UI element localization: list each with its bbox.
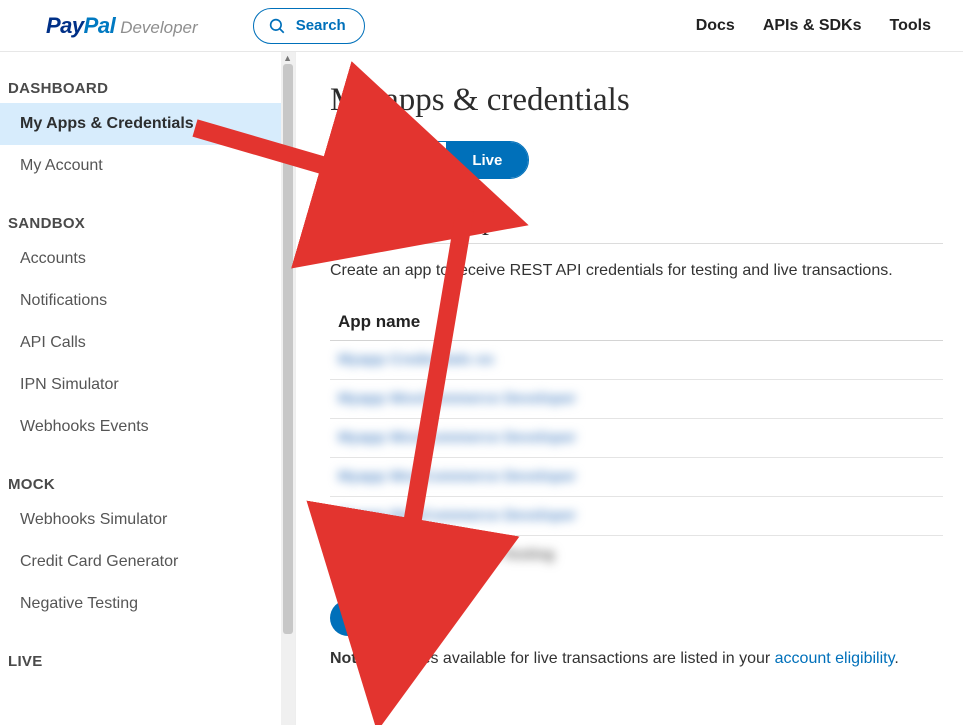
main-content: My apps & credentials Sandbox Live REST … xyxy=(296,52,963,725)
search-button[interactable]: Search xyxy=(253,8,365,44)
sidebar-item-notifications[interactable]: Notifications xyxy=(0,280,295,322)
create-app-button[interactable]: Create App xyxy=(330,600,444,636)
section-title: REST API apps xyxy=(330,205,943,237)
sidebar-section-sandbox: SANDBOX xyxy=(0,187,295,238)
header: PayPal Developer Search Docs APIs & SDKs… xyxy=(0,0,963,52)
search-label: Search xyxy=(296,17,346,34)
logo-pal: Pal xyxy=(84,13,116,39)
account-eligibility-link[interactable]: account eligibility xyxy=(775,650,895,667)
header-nav: Docs APIs & SDKs Tools xyxy=(696,17,947,35)
app-name-blurred: Myapp WooCommerce Developer xyxy=(338,507,576,524)
table-row[interactable]: Smart Payment Online Testing xyxy=(330,536,943,574)
sidebar-item-credit-card-generator[interactable]: Credit Card Generator xyxy=(0,541,295,583)
sidebar-section-mock: MOCK xyxy=(0,448,295,499)
nav-tools[interactable]: Tools xyxy=(890,17,931,35)
section-description: Create an app to receive REST API creden… xyxy=(330,262,943,280)
sidebar-item-negative-testing[interactable]: Negative Testing xyxy=(0,583,295,625)
table-row[interactable]: Myapp WooCommerce Developer xyxy=(330,419,943,458)
sidebar-item-webhooks-events[interactable]: Webhooks Events xyxy=(0,406,295,448)
toggle-live[interactable]: Live xyxy=(446,142,528,178)
logo-developer: Developer xyxy=(120,18,198,38)
app-name-blurred: Myapp Credentials oo xyxy=(338,351,494,368)
sidebar-item-my-account[interactable]: My Account xyxy=(0,145,295,187)
app-name-blurred: Myapp WooCommerce Developer xyxy=(338,429,576,446)
search-icon xyxy=(268,17,286,35)
note-bold: Note: xyxy=(330,650,371,667)
page-title: My apps & credentials xyxy=(330,82,943,119)
table-row[interactable]: Myapp WooCommerce Developer xyxy=(330,380,943,419)
table-header-app-name: App name xyxy=(330,304,943,341)
app-name-blurred: Myapp WooCommerce Developer xyxy=(338,390,576,407)
sidebar-section-live: LIVE xyxy=(0,625,295,676)
logo-pay: Pay xyxy=(46,13,84,39)
nav-apis[interactable]: APIs & SDKs xyxy=(763,17,862,35)
toggle-sandbox[interactable]: Sandbox xyxy=(331,142,446,178)
sidebar-item-my-apps[interactable]: My Apps & Credentials xyxy=(0,103,295,145)
table-row[interactable]: Myapp Credentials oo xyxy=(330,341,943,380)
app-name-blurred: Myapp WooCommerce Developer xyxy=(338,468,576,485)
sidebar-section-dashboard: DASHBOARD xyxy=(0,52,295,103)
env-toggle: Sandbox Live xyxy=(330,141,529,179)
table-row[interactable]: Myapp WooCommerce Developer xyxy=(330,458,943,497)
scrollbar[interactable]: ▲ xyxy=(281,52,295,725)
note-text: Features available for live transactions… xyxy=(371,650,775,667)
note-period: . xyxy=(894,650,898,667)
sidebar-item-api-calls[interactable]: API Calls xyxy=(0,322,295,364)
divider xyxy=(330,243,943,244)
nav-docs[interactable]: Docs xyxy=(696,17,735,35)
sidebar-item-ipn-simulator[interactable]: IPN Simulator xyxy=(0,364,295,406)
scrollbar-thumb[interactable] xyxy=(283,64,293,634)
note: Note: Features available for live transa… xyxy=(330,650,943,668)
sidebar-item-accounts[interactable]: Accounts xyxy=(0,238,295,280)
logo[interactable]: PayPal Developer xyxy=(46,13,198,39)
scrollbar-up-icon: ▲ xyxy=(283,53,292,63)
app-name-blurred: Smart Payment Online Testing xyxy=(338,546,554,563)
sidebar-item-webhooks-simulator[interactable]: Webhooks Simulator xyxy=(0,499,295,541)
table-row[interactable]: Myapp WooCommerce Developer xyxy=(330,497,943,536)
sidebar: DASHBOARD My Apps & Credentials My Accou… xyxy=(0,52,296,725)
